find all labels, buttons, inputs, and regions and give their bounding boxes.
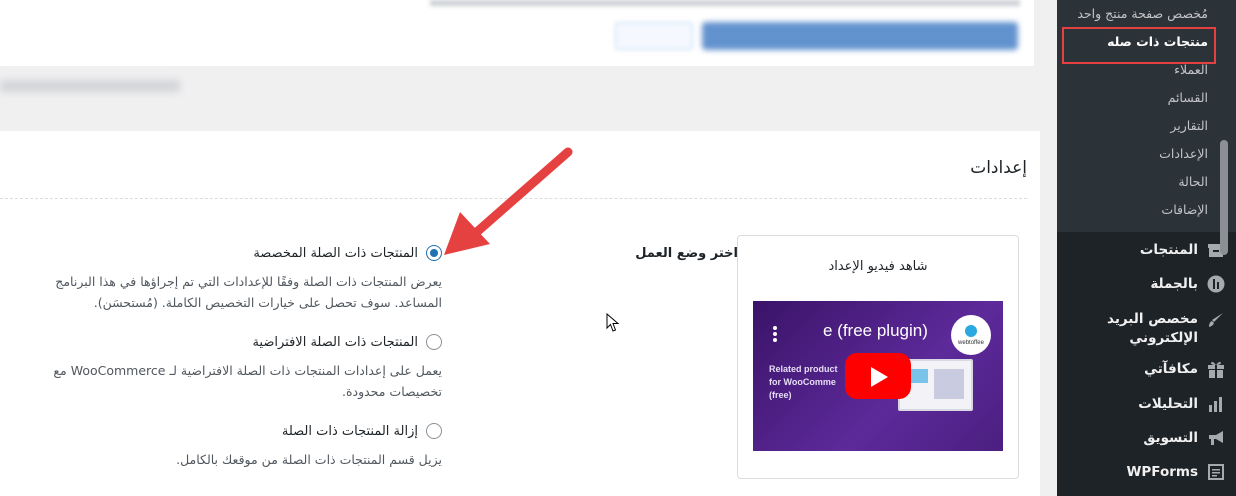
blurred-primary-button[interactable] (702, 22, 1018, 50)
menu-item-wholesale[interactable]: بالجملة (1150, 274, 1226, 294)
sidebar-scrollbar[interactable] (1220, 140, 1228, 255)
option-custom-related[interactable]: المنتجات ذات الصلة المخصصة يعرض المنتجات… (22, 245, 442, 313)
settings-panel: إعدادات اختر وضع العمل المنتجات ذات الصل… (0, 131, 1040, 496)
option-description: يعمل على إعدادات المنتجات ذات الصلة الاف… (53, 363, 442, 399)
video-heading: e (free plugin) (823, 321, 928, 340)
submenu-item-single-product[interactable]: مُخصص صفحة منتج واحد (1077, 6, 1208, 21)
menu-label: مخصص البريد الإلكتروني (1107, 311, 1198, 346)
menu-label: المنتجات (1139, 242, 1198, 258)
video-title: شاهد فيديو الإعداد (828, 259, 928, 274)
top-toolbar (0, 0, 1034, 66)
submenu-item-settings[interactable]: الإعدادات (1159, 146, 1208, 161)
brush-icon (1206, 310, 1226, 330)
menu-label: التحليلات (1138, 396, 1198, 412)
radio-remove-related[interactable] (426, 423, 442, 439)
menu-item-analytics[interactable]: التحليلات (1138, 394, 1226, 414)
woocommerce-submenu: مُخصص صفحة منتج واحد منتجات ذات صله العم… (1057, 0, 1236, 232)
option-remove-related[interactable]: إزالة المنتجات ذات الصلة يزيل قسم المنتج… (22, 423, 442, 470)
option-description: يعرض المنتجات ذات الصلة وفقًا للإعدادات … (55, 274, 442, 310)
bar-chart-icon (1206, 394, 1226, 414)
video-caption: Related product for WooComme (free) (769, 363, 838, 402)
submenu-item-extensions[interactable]: الإضافات (1161, 202, 1208, 217)
play-icon[interactable] (845, 353, 911, 399)
blurred-note (0, 80, 180, 92)
menu-label: مكافآتي (1144, 361, 1198, 377)
radio-custom-related[interactable] (426, 245, 442, 261)
submenu-item-status[interactable]: الحالة (1178, 174, 1208, 189)
gift-icon (1206, 359, 1226, 379)
video-card: شاهد فيديو الإعداد e (free plugin) webto… (737, 235, 1019, 479)
menu-label: بالجملة (1150, 276, 1198, 292)
submenu-item-coupons[interactable]: القسائم (1168, 90, 1208, 105)
form-icon (1206, 462, 1226, 482)
page-title: إعدادات (970, 158, 1027, 178)
section-divider (0, 198, 1027, 199)
mouse-cursor-icon (606, 313, 620, 332)
option-label[interactable]: إزالة المنتجات ذات الصلة (282, 424, 418, 439)
megaphone-icon (1206, 428, 1226, 448)
blurred-secondary-button[interactable] (615, 22, 693, 50)
video-caption-line: Related product (769, 364, 838, 374)
radio-default-related[interactable] (426, 334, 442, 350)
video-caption-line: (free) (769, 390, 792, 400)
logo-dot (965, 325, 977, 337)
menu-item-products[interactable]: المنتجات (1140, 240, 1226, 260)
option-description: يزيل قسم المنتجات ذات الصلة من موقعك بال… (176, 452, 442, 467)
video-thumbnail[interactable]: e (free plugin) webtoffee Related produc… (753, 301, 1003, 451)
menu-item-email-customizer[interactable]: مخصص البريد الإلكتروني (1098, 310, 1226, 348)
menu-item-wpforms[interactable]: WPForms (1127, 462, 1227, 482)
admin-sidebar: مُخصص صفحة منتج واحد منتجات ذات صله العم… (1057, 0, 1236, 496)
menu-item-marketing[interactable]: التسويق (1143, 428, 1226, 448)
logo-text: webtoffee (958, 340, 984, 346)
menu-item-rewards[interactable]: مكافآتي (1144, 359, 1226, 379)
video-caption-line: for WooComme (769, 377, 836, 387)
menu-label: التسويق (1143, 430, 1198, 446)
submenu-item-reports[interactable]: التقارير (1170, 118, 1208, 133)
option-label[interactable]: المنتجات ذات الصلة المخصصة (253, 246, 418, 261)
blurred-text-line (430, 0, 1020, 6)
webtoffee-logo: webtoffee (951, 315, 991, 355)
option-default-related[interactable]: المنتجات ذات الصلة الافتراضية يعمل على إ… (22, 334, 442, 402)
mode-label: اختر وضع العمل (635, 246, 738, 261)
top-blurred-area (0, 0, 1040, 131)
submenu-item-customers[interactable]: العملاء (1174, 62, 1208, 77)
annotation-highlight-box (1062, 27, 1216, 64)
menu-label: WPForms (1126, 464, 1199, 480)
option-label[interactable]: المنتجات ذات الصلة الافتراضية (252, 335, 418, 350)
menu-dots-icon (773, 326, 779, 340)
wholesale-icon (1206, 274, 1226, 294)
